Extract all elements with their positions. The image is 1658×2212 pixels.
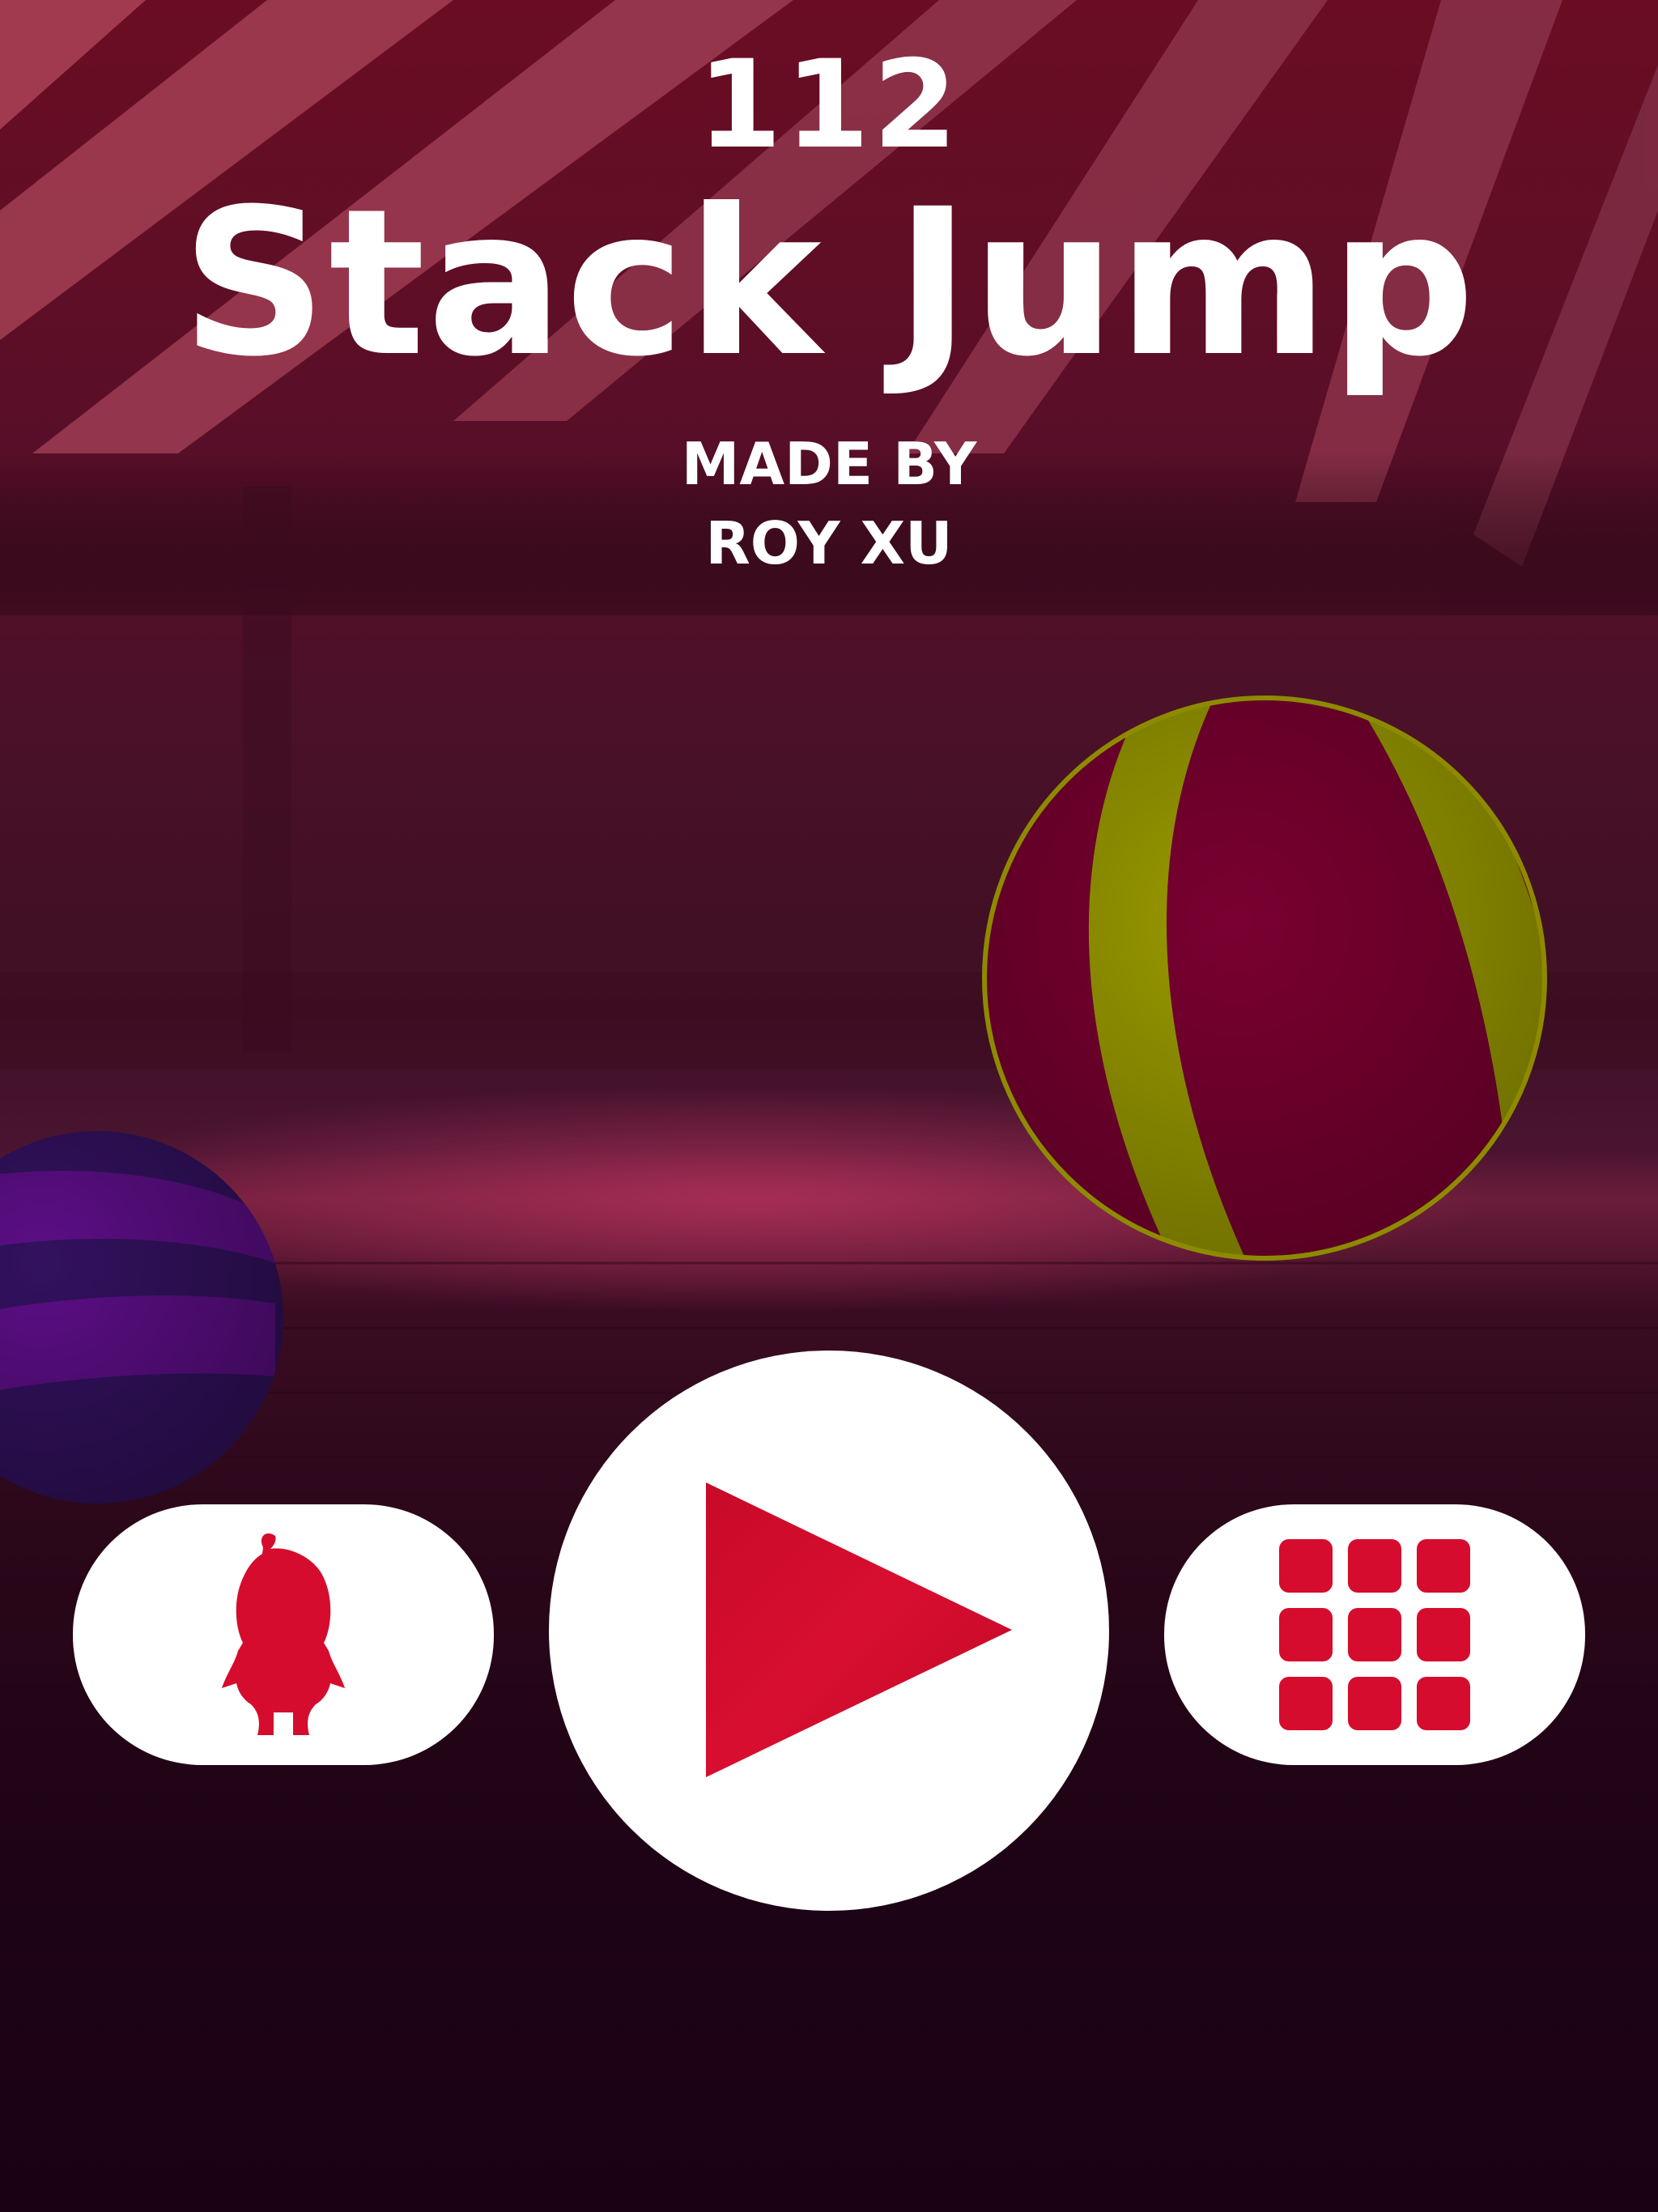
grid-icon [1278,1538,1472,1732]
level-grid-button[interactable] [1164,1504,1585,1765]
game-screen: 112 Stack Jump MADE BY ROY XU [0,0,1658,2212]
score-display: 112 [697,35,961,176]
play-button[interactable] [549,1351,1109,1911]
play-triangle-icon [706,1482,1012,1777]
credit-author: ROY XU [705,509,953,577]
character-silhouette-icon [186,1529,380,1740]
game-title: Stack Jump [181,165,1477,401]
credit-made-by: MADE BY [681,430,977,498]
character-select-button[interactable] [73,1504,494,1765]
